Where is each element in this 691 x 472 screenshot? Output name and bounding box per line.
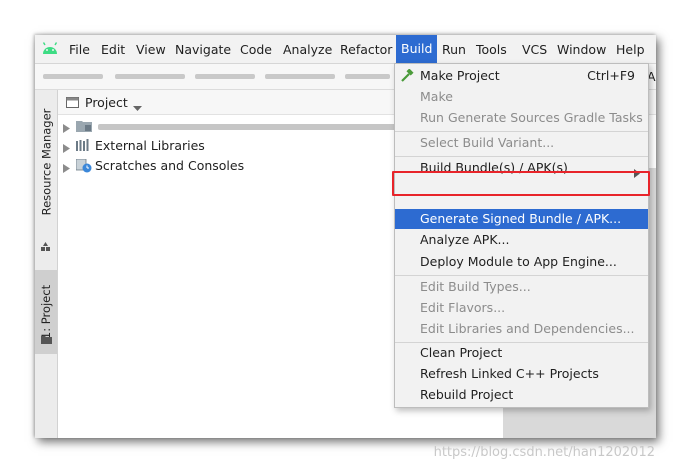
menu-separator — [395, 275, 648, 276]
tab-project-label: 1: Project — [39, 284, 54, 340]
obscured-path-segment — [345, 74, 390, 79]
shortcut-label: Ctrl+F9 — [587, 68, 635, 83]
menu-item-clean-project[interactable]: Clean Project — [395, 343, 648, 363]
menu-item-deploy-app-engine[interactable]: Deploy Module to App Engine... — [395, 252, 648, 272]
menu-file[interactable]: File — [69, 42, 90, 58]
expand-arrow-icon[interactable] — [63, 161, 70, 176]
menu-item-label: Select Build Variant... — [420, 135, 555, 150]
module-folder-icon — [76, 119, 92, 135]
menu-item-label: Run Generate Sources Gradle Tasks — [420, 110, 643, 125]
menu-item-label: Analyze APK... — [420, 232, 510, 247]
menu-item-select-build-variant: Select Build Variant... — [395, 133, 648, 153]
menu-item-edit-libraries: Edit Libraries and Dependencies... — [395, 319, 648, 339]
watermark-text: https://blog.csdn.net/han1202012 — [433, 445, 655, 460]
expand-arrow-icon[interactable] — [63, 121, 70, 136]
menu-refactor[interactable]: Refactor — [340, 42, 392, 58]
menu-run[interactable]: Run — [442, 42, 466, 58]
menu-view[interactable]: View — [136, 42, 166, 58]
menu-item-label: Make Project — [420, 68, 500, 83]
scratches-icon — [75, 158, 92, 176]
menu-item-label: Deploy Module to App Engine... — [420, 254, 617, 269]
project-view-selector[interactable]: Project — [85, 95, 128, 110]
obscured-project-name — [98, 124, 408, 130]
menu-separator — [395, 131, 648, 132]
menu-item-label: Rebuild Project — [420, 387, 514, 402]
left-tool-strip: Resource Manager 1: Project — [35, 90, 58, 438]
tab-resource-manager-label: Resource Manager — [39, 108, 53, 216]
menu-window[interactable]: Window — [557, 42, 606, 58]
expand-arrow-icon[interactable] — [63, 141, 70, 156]
menu-navigate[interactable]: Navigate — [175, 42, 231, 58]
menu-item-edit-flavors: Edit Flavors... — [395, 298, 648, 318]
obscured-path-segment — [195, 74, 255, 79]
menu-item-label: Clean Project — [420, 345, 503, 360]
obscured-path-segment — [265, 74, 335, 79]
menu-vcs[interactable]: VCS — [522, 42, 547, 58]
tab-resource-manager[interactable]: Resource Manager — [35, 98, 57, 226]
project-view-icon — [66, 96, 79, 111]
tree-row-scratches-consoles[interactable]: Scratches and Consoles — [58, 156, 418, 176]
project-folder-icon — [41, 332, 52, 347]
menu-item-label: Generate Signed Bundle / APK... — [420, 211, 622, 226]
menu-item-analyze-apk[interactable]: Analyze APK... — [395, 230, 648, 250]
menu-code[interactable]: Code — [240, 42, 272, 58]
menu-item-make-project[interactable]: Make Project Ctrl+F9 — [395, 66, 648, 86]
menu-analyze[interactable]: Analyze — [283, 42, 332, 58]
menu-bar: File Edit View Navigate Code Analyze Ref… — [35, 35, 656, 64]
tree-row-label: External Libraries — [95, 138, 205, 153]
libraries-icon — [76, 139, 91, 155]
menu-item-edit-build-types: Edit Build Types... — [395, 277, 648, 297]
menu-separator — [395, 156, 648, 157]
obscured-path-segment — [115, 74, 185, 79]
tree-row-label: Scratches and Consoles — [95, 158, 245, 173]
tree-row-external-libraries[interactable]: External Libraries — [58, 136, 418, 156]
menu-build[interactable]: Build — [396, 35, 438, 63]
menu-item-label: Edit Build Types... — [420, 279, 531, 294]
ide-window: File Edit View Navigate Code Analyze Ref… — [35, 35, 656, 438]
resource-manager-icon — [41, 240, 51, 255]
chevron-down-icon[interactable] — [133, 100, 142, 115]
menu-edit[interactable]: Edit — [101, 42, 125, 58]
menu-item-label: Make — [420, 89, 453, 104]
menu-item-run-generate-sources: Run Generate Sources Gradle Tasks — [395, 108, 648, 128]
build-menu-dropdown: Make Project Ctrl+F9 Make Run Generate S… — [394, 63, 649, 408]
obscured-path-segment — [43, 74, 103, 79]
menu-item-label: Edit Libraries and Dependencies... — [420, 321, 635, 336]
menu-tools[interactable]: Tools — [476, 42, 507, 58]
hammer-icon — [400, 68, 414, 89]
menu-item-make: Make — [395, 87, 648, 107]
annotation-highlight-box — [392, 171, 650, 196]
menu-item-rebuild-project[interactable]: Rebuild Project — [395, 385, 648, 405]
menu-item-generate-signed-bundle[interactable]: Generate Signed Bundle / APK... — [395, 209, 648, 229]
menu-item-refresh-linked-cpp[interactable]: Refresh Linked C++ Projects — [395, 364, 648, 384]
android-icon — [41, 41, 59, 58]
tree-row-project-root[interactable] — [58, 116, 418, 136]
menu-item-label: Edit Flavors... — [420, 300, 506, 315]
menu-item-label: Refresh Linked C++ Projects — [420, 366, 599, 381]
menu-help[interactable]: Help — [616, 42, 645, 58]
